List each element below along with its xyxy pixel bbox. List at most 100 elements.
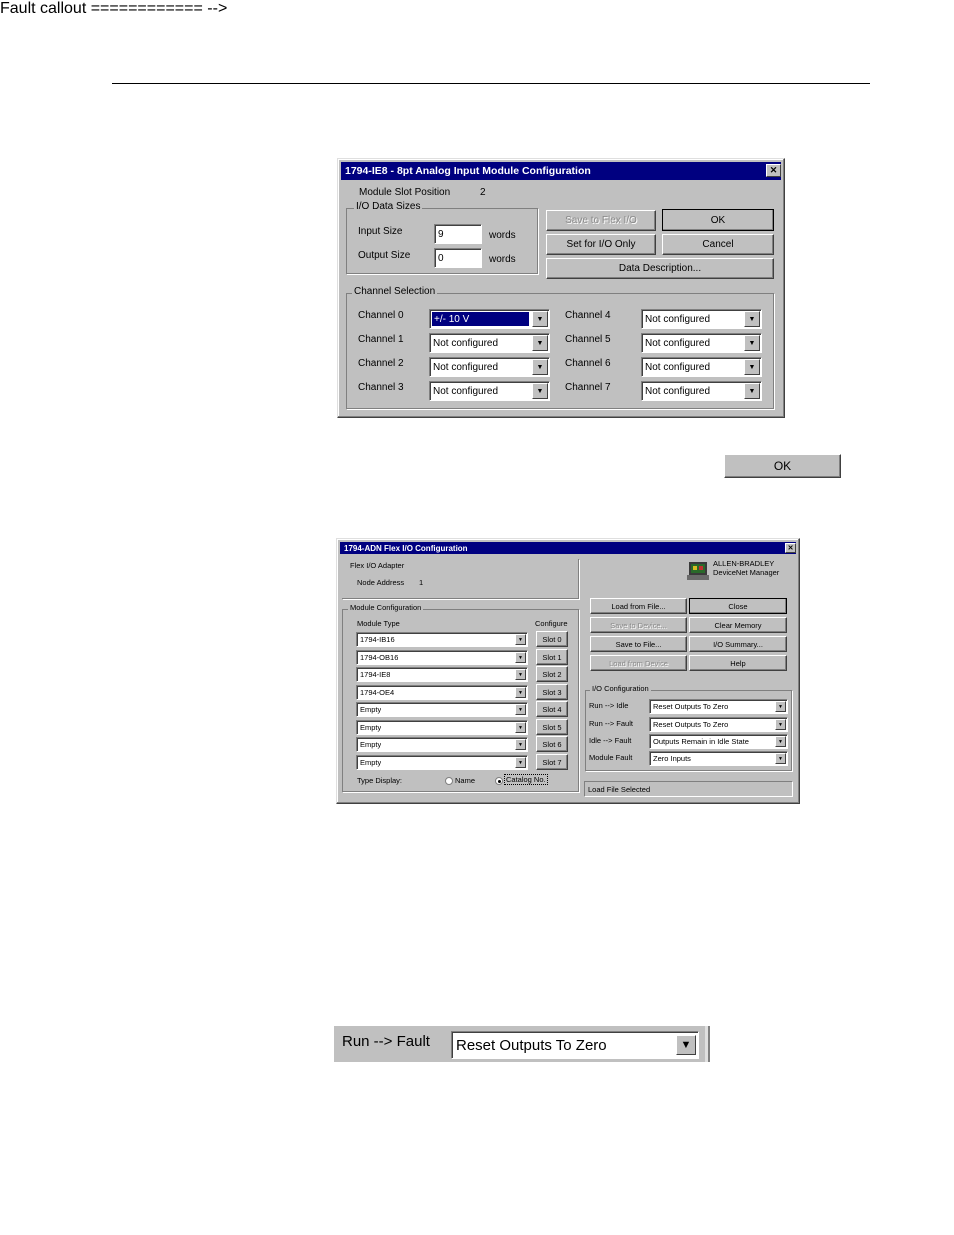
module-slot-2-select[interactable]: 1794-IE8 ▼ xyxy=(356,667,528,682)
chevron-down-icon[interactable]: ▼ xyxy=(775,719,786,730)
channel-0-value: +/- 10 V xyxy=(432,312,529,326)
chevron-down-icon[interactable]: ▼ xyxy=(532,383,548,399)
module-fault-value: Zero Inputs xyxy=(653,754,691,763)
chevron-down-icon[interactable]: ▼ xyxy=(532,359,548,375)
slot-4-button[interactable]: Slot 4 xyxy=(536,701,568,717)
chevron-down-icon[interactable]: ▼ xyxy=(744,335,760,351)
type-display-name-label: Name xyxy=(455,776,476,785)
chevron-down-icon[interactable]: ▼ xyxy=(515,634,526,645)
channel-6-select[interactable]: Not configured ▼ xyxy=(641,357,762,377)
adapter-label: Flex I/O Adapter xyxy=(350,561,405,570)
dialog-title: 1794-IE8 - 8pt Analog Input Module Confi… xyxy=(345,165,591,177)
module-fault-label: Module Fault xyxy=(589,753,633,762)
ok-button[interactable]: OK xyxy=(662,209,774,231)
module-slot-1-value: 1794-OB16 xyxy=(360,653,399,662)
chevron-down-icon[interactable]: ▼ xyxy=(515,722,526,733)
chevron-down-icon[interactable]: ▼ xyxy=(515,669,526,680)
run-idle-label: Run --> Idle xyxy=(589,701,629,710)
slot-0-button[interactable]: Slot 0 xyxy=(536,631,568,647)
channel-3-value: Not configured xyxy=(433,385,499,397)
channel-5-select[interactable]: Not configured ▼ xyxy=(641,333,762,353)
module-slot-3-select[interactable]: 1794-OE4 ▼ xyxy=(356,685,528,700)
run-fault-value: Reset Outputs To Zero xyxy=(653,720,729,729)
save-to-file-button[interactable]: Save to File... xyxy=(590,636,687,652)
chevron-down-icon[interactable]: ▼ xyxy=(775,736,786,747)
module-slot-4-select[interactable]: Empty ▼ xyxy=(356,702,528,717)
channel-2-select[interactable]: Not configured ▼ xyxy=(429,357,550,377)
io-data-sizes-title: I/O Data Sizes xyxy=(354,201,423,212)
run-fault-select[interactable]: Reset Outputs To Zero ▼ xyxy=(649,717,788,732)
set-for-io-button[interactable]: Set for I/O Only xyxy=(546,234,656,255)
close-icon[interactable]: ✕ xyxy=(766,164,781,177)
channel-7-select[interactable]: Not configured ▼ xyxy=(641,381,762,401)
configure-header: Configure xyxy=(535,619,568,628)
chevron-down-icon[interactable]: ▼ xyxy=(532,311,548,327)
chevron-down-icon[interactable]: ▼ xyxy=(515,652,526,663)
channel-6-label: Channel 6 xyxy=(565,358,611,369)
run-idle-value: Reset Outputs To Zero xyxy=(653,702,729,711)
module-slot-0-select[interactable]: 1794-IB16 ▼ xyxy=(356,632,528,647)
channel-7-value: Not configured xyxy=(645,385,711,397)
clear-memory-button[interactable]: Clear Memory xyxy=(689,617,787,633)
module-slot-5-select[interactable]: Empty ▼ xyxy=(356,720,528,735)
save-to-flex-button[interactable]: Save to Flex I/O xyxy=(546,210,656,231)
chevron-down-icon[interactable]: ▼ xyxy=(515,757,526,768)
module-config-title: Module Configuration xyxy=(348,603,424,612)
cancel-button[interactable]: Cancel xyxy=(662,234,774,255)
data-description-button[interactable]: Data Description... xyxy=(546,258,774,279)
slot-7-button[interactable]: Slot 7 xyxy=(536,754,568,770)
module-slot-6-value: Empty xyxy=(360,740,382,749)
chevron-down-icon[interactable]: ▼ xyxy=(775,753,786,764)
type-display-catalog-label: Catalog No. xyxy=(504,774,548,785)
output-size-label: Output Size xyxy=(358,250,411,261)
chevron-down-icon[interactable]: ▼ xyxy=(744,311,760,327)
module-slot-1-select[interactable]: 1794-OB16 ▼ xyxy=(356,650,528,665)
module-slot-7-select[interactable]: Empty ▼ xyxy=(356,755,528,770)
channel-0-select[interactable]: +/- 10 V ▼ xyxy=(429,309,550,329)
channel-4-label: Channel 4 xyxy=(565,310,611,321)
slot-1-button[interactable]: Slot 1 xyxy=(536,649,568,665)
run-idle-select[interactable]: Reset Outputs To Zero ▼ xyxy=(649,699,788,714)
chevron-down-icon[interactable]: ▼ xyxy=(744,359,760,375)
channel-5-label: Channel 5 xyxy=(565,334,611,345)
brand-line-1: ALLEN-BRADLEY xyxy=(713,559,775,568)
save-to-device-button[interactable]: Save to Device... xyxy=(590,617,687,633)
channel-1-select[interactable]: Not configured ▼ xyxy=(429,333,550,353)
channel-3-label: Channel 3 xyxy=(358,382,404,393)
module-fault-select[interactable]: Zero Inputs ▼ xyxy=(649,751,788,766)
channel-3-select[interactable]: Not configured ▼ xyxy=(429,381,550,401)
chevron-down-icon[interactable]: ▼ xyxy=(515,687,526,698)
brand-line-2: DeviceNet Manager xyxy=(713,568,780,577)
chevron-down-icon[interactable]: ▼ xyxy=(515,739,526,750)
chevron-down-icon[interactable]: ▼ xyxy=(744,383,760,399)
help-button[interactable]: Help xyxy=(689,655,787,671)
input-size-label: Input Size xyxy=(358,226,403,237)
run-fault-callout-select[interactable]: Reset Outputs To Zero ▼ xyxy=(451,1031,699,1059)
channel-7-label: Channel 7 xyxy=(565,382,611,393)
close-icon[interactable]: ✕ xyxy=(785,543,796,553)
input-size-field[interactable]: 9 xyxy=(434,224,482,244)
dialog-title-bar: 1794-ADN Flex I/O Configuration xyxy=(340,542,796,554)
node-address-value: 1 xyxy=(419,578,424,587)
type-display-name-radio[interactable] xyxy=(445,777,453,785)
chevron-down-icon[interactable]: ▼ xyxy=(775,701,786,712)
chevron-down-icon[interactable]: ▼ xyxy=(515,704,526,715)
run-fault-callout-value: Reset Outputs To Zero xyxy=(456,1036,607,1054)
chevron-down-icon[interactable]: ▼ xyxy=(532,335,548,351)
channel-6-value: Not configured xyxy=(645,361,711,373)
slot-3-button[interactable]: Slot 3 xyxy=(536,684,568,700)
slot-6-button[interactable]: Slot 6 xyxy=(536,736,568,752)
channel-4-select[interactable]: Not configured ▼ xyxy=(641,309,762,329)
load-from-file-button[interactable]: Load from File... xyxy=(590,598,687,614)
output-size-field[interactable]: 0 xyxy=(434,248,482,268)
close-button[interactable]: Close xyxy=(689,598,787,614)
slot-5-button[interactable]: Slot 5 xyxy=(536,719,568,735)
load-from-device-button[interactable]: Load from Device xyxy=(590,655,687,671)
slot-2-button[interactable]: Slot 2 xyxy=(536,666,568,682)
type-display-catalog-radio[interactable] xyxy=(495,777,503,785)
chevron-down-icon[interactable]: ▼ xyxy=(676,1035,696,1055)
idle-fault-select[interactable]: Outputs Remain in Idle State ▼ xyxy=(649,734,788,749)
module-slot-6-select[interactable]: Empty ▼ xyxy=(356,737,528,752)
io-summary-button[interactable]: I/O Summary... xyxy=(689,636,787,652)
ok-callout-button[interactable]: OK xyxy=(724,454,841,478)
